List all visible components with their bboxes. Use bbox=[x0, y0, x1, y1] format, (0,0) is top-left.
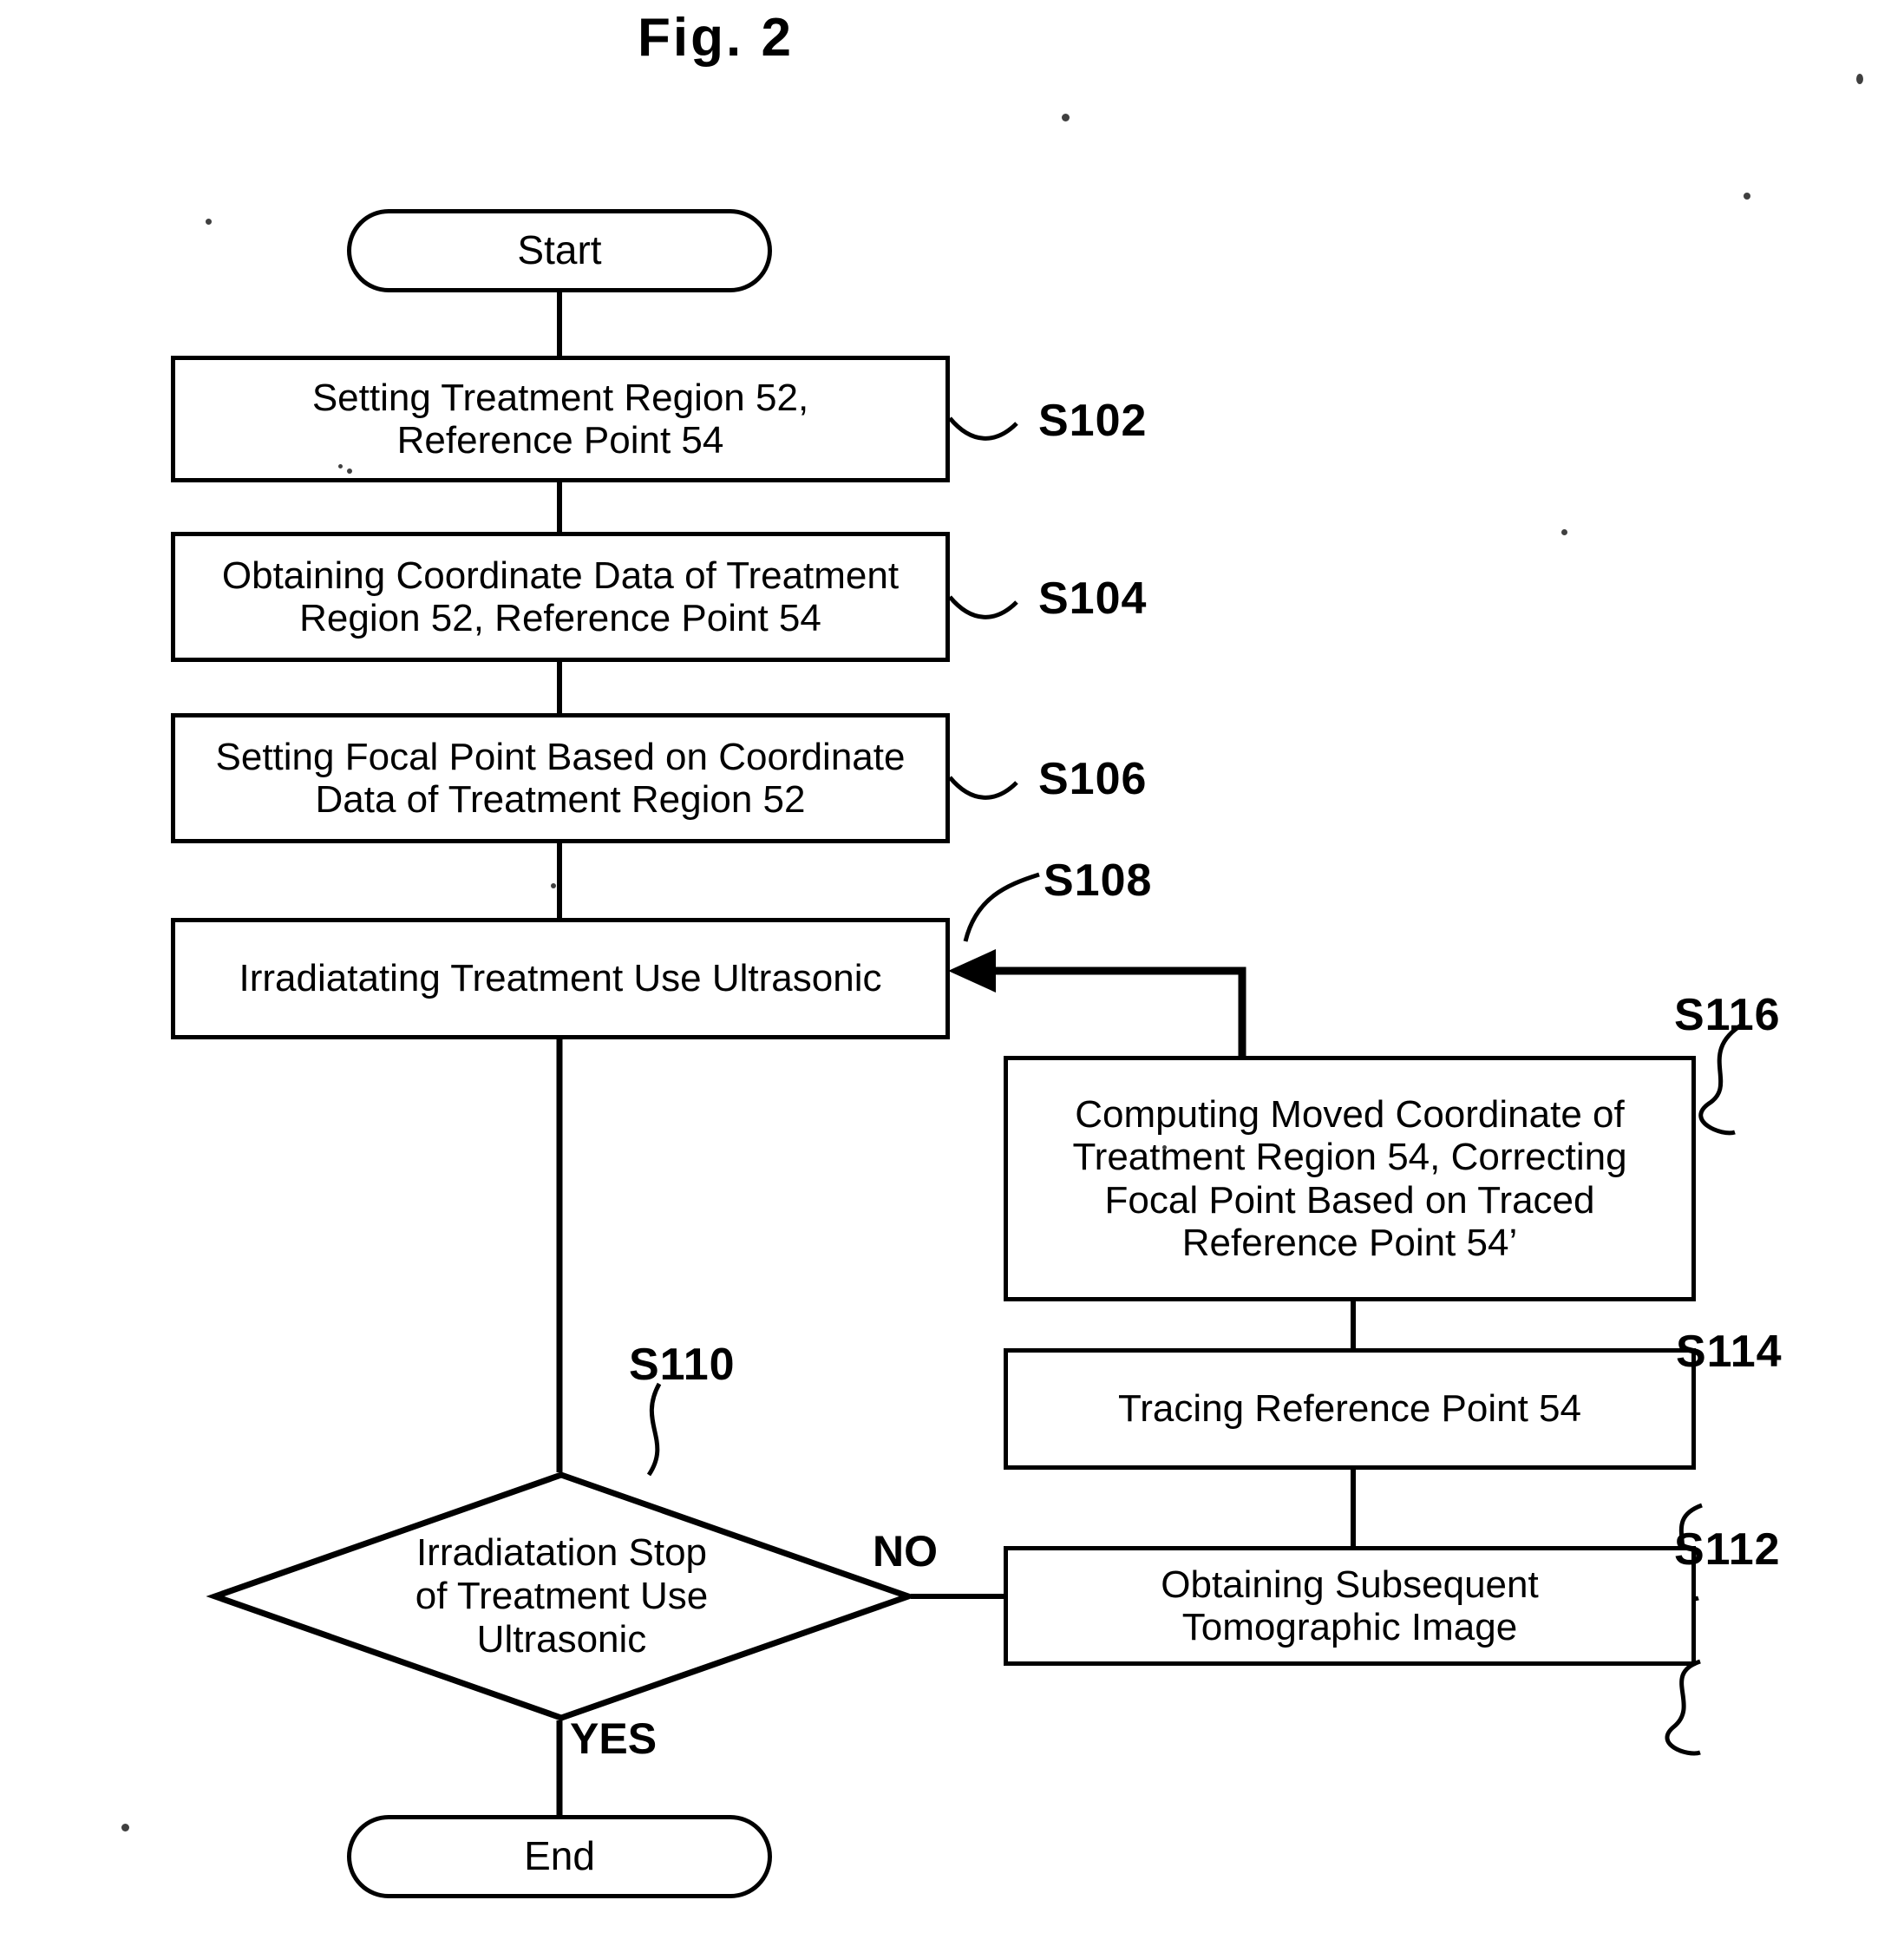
scan-speck bbox=[1162, 1145, 1167, 1150]
leader-s110 bbox=[646, 1382, 662, 1477]
leader-s102 bbox=[948, 416, 1018, 441]
node-s108-label: Irradiatating Treatment Use Ultrasonic bbox=[239, 957, 882, 1000]
node-end-label: End bbox=[524, 1833, 595, 1879]
scan-speck bbox=[1744, 193, 1750, 200]
leader-s104 bbox=[948, 595, 1018, 619]
arrowhead-loop-to-s108 bbox=[948, 949, 996, 993]
leader-s112 bbox=[1665, 1659, 1701, 1756]
step-label-s108: S108 bbox=[1044, 855, 1153, 906]
node-s116[interactable]: Computing Moved Coordinate of Treatment … bbox=[1004, 1056, 1696, 1301]
node-s108[interactable]: Irradiatating Treatment Use Ultrasonic bbox=[171, 918, 950, 1039]
step-label-s102: S102 bbox=[1038, 396, 1148, 446]
scan-speck bbox=[121, 1824, 129, 1831]
node-s112-label-line2: Tomographic Image bbox=[1181, 1606, 1518, 1648]
node-s114[interactable]: Tracing Reference Point 54 bbox=[1004, 1348, 1696, 1470]
scan-speck bbox=[551, 883, 556, 888]
node-s116-label-line3: Focal Point Based on Traced bbox=[1104, 1178, 1595, 1222]
step-label-s116: S116 bbox=[1674, 990, 1781, 1040]
node-s106[interactable]: Setting Focal Point Based on Coordinate … bbox=[171, 713, 950, 843]
figure-title: Fig. 2 bbox=[638, 8, 794, 68]
node-s116-label-line2: Treatment Region 54, Correcting bbox=[1072, 1136, 1627, 1179]
leader-s106 bbox=[948, 776, 1018, 800]
node-s112[interactable]: Obtaining Subsequent Tomographic Image bbox=[1004, 1546, 1696, 1666]
node-s112-label-line1: Obtaining Subsequent bbox=[1161, 1563, 1539, 1606]
decision-diamond-shape bbox=[206, 1471, 918, 1721]
branch-label-yes: YES bbox=[570, 1714, 658, 1763]
scan-speck bbox=[1856, 74, 1863, 84]
scan-speck bbox=[347, 468, 352, 474]
node-end[interactable]: End bbox=[347, 1815, 772, 1898]
node-start-label: Start bbox=[517, 227, 602, 273]
step-label-s106: S106 bbox=[1038, 754, 1148, 804]
branch-label-no: NO bbox=[873, 1527, 938, 1576]
edge-s116-s108-loop bbox=[963, 966, 1246, 1056]
node-s106-label-line1: Setting Focal Point Based on Coordinate bbox=[215, 735, 906, 778]
step-label-s110: S110 bbox=[629, 1340, 736, 1390]
scan-speck bbox=[1561, 529, 1567, 535]
step-label-s112: S112 bbox=[1674, 1524, 1781, 1575]
node-s110[interactable]: Irradiatation Stop of Treatment Use Ultr… bbox=[206, 1471, 918, 1721]
step-label-s114: S114 bbox=[1676, 1327, 1783, 1377]
node-start[interactable]: Start bbox=[347, 209, 772, 292]
figure-page: Fig. 2 Start Setting Treatment Region 52… bbox=[0, 0, 1904, 1946]
node-s102-label-line1: Setting Treatment Region 52, bbox=[311, 376, 809, 419]
node-s104-label-line1: Obtaining Coordinate Data of Treatment bbox=[221, 554, 900, 597]
node-s102-label-line2: Reference Point 54 bbox=[396, 419, 724, 462]
node-s104[interactable]: Obtaining Coordinate Data of Treatment R… bbox=[171, 532, 950, 662]
node-s116-label-line4: Reference Point 54’ bbox=[1181, 1221, 1518, 1264]
scan-speck bbox=[206, 219, 212, 225]
node-s102[interactable]: Setting Treatment Region 52, Reference P… bbox=[171, 356, 950, 482]
node-s114-label: Tracing Reference Point 54 bbox=[1118, 1387, 1581, 1431]
node-s106-label-line2: Data of Treatment Region 52 bbox=[315, 778, 806, 821]
scan-speck bbox=[338, 464, 343, 468]
scan-speck bbox=[1062, 114, 1070, 121]
leader-s108 bbox=[963, 872, 1040, 942]
step-label-s104: S104 bbox=[1038, 573, 1148, 624]
node-s104-label-line2: Region 52, Reference Point 54 bbox=[299, 597, 821, 639]
node-s116-label-line1: Computing Moved Coordinate of bbox=[1075, 1092, 1625, 1136]
